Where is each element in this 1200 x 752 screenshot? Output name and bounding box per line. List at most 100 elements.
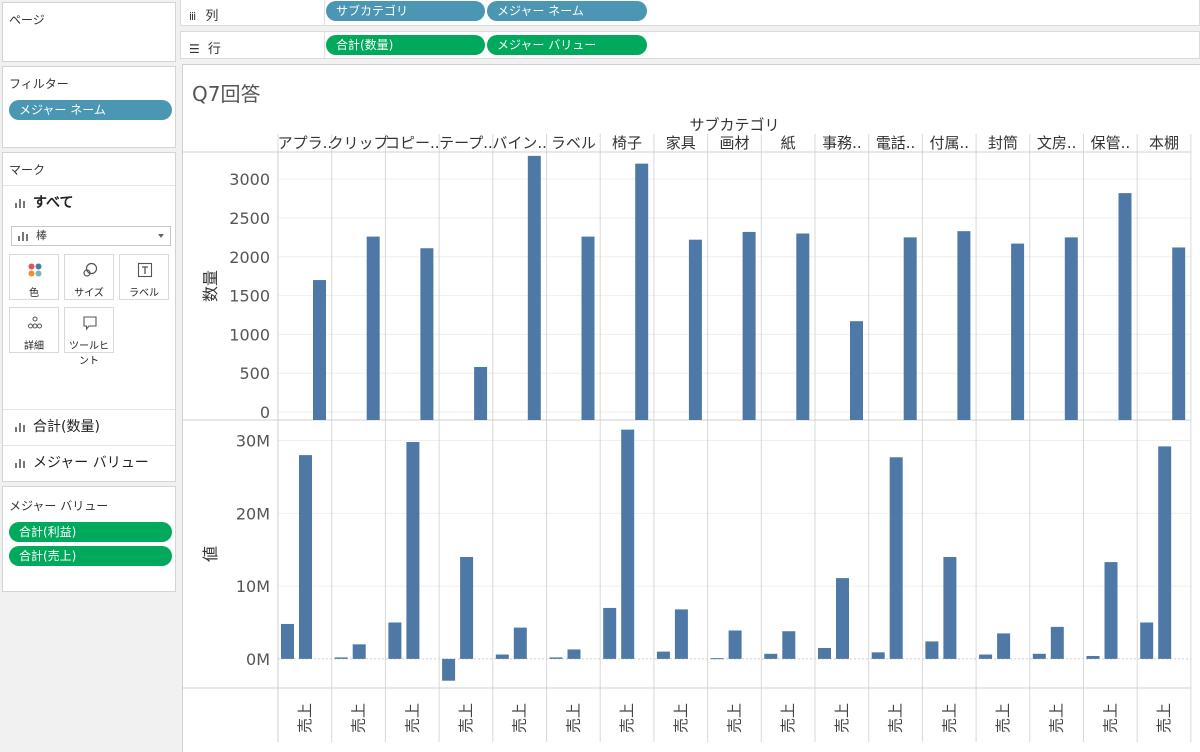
category-header-label: 紙 xyxy=(781,134,796,152)
y-tick-label: 2500 xyxy=(229,209,270,228)
marks-measure-values-tab[interactable]: メジャー バリュー xyxy=(3,445,175,479)
column-label: 売上 xyxy=(887,703,905,733)
profit-bar xyxy=(710,658,724,660)
profit-bar xyxy=(818,647,831,659)
category-header-label: アプラ.. xyxy=(278,134,333,152)
column-label: 売上 xyxy=(457,703,475,733)
sales-bar xyxy=(889,457,903,659)
column-label: 売上 xyxy=(994,703,1012,733)
quantity-bar xyxy=(1172,247,1186,420)
mark-type-value: 棒 xyxy=(36,229,47,242)
y-tick-label: 10M xyxy=(236,577,270,596)
pages-shelf-title: ページ xyxy=(9,13,45,27)
filter-pill-measure-names[interactable]: メジャー ネーム xyxy=(9,100,172,120)
rows-shelf-title: ☰ 行 xyxy=(189,38,221,57)
rows-icon: ☰ xyxy=(189,42,200,56)
row-pill-quantity[interactable]: 合計(数量) xyxy=(326,35,485,55)
sales-bar xyxy=(943,557,957,659)
tooltip-icon xyxy=(83,316,97,331)
y-tick-label: 20M xyxy=(236,504,270,523)
marks-all-label: すべて xyxy=(33,195,74,211)
y-tick-label: 30M xyxy=(236,432,270,451)
color-button[interactable]: 色 xyxy=(9,254,59,300)
category-header-label: 電話.. xyxy=(876,134,916,152)
column-label: 売上 xyxy=(1101,703,1119,733)
marks-measure-values-label: メジャー バリュー xyxy=(33,455,149,471)
marks-all-tab[interactable]: すべて xyxy=(3,185,175,219)
profit-bar xyxy=(871,652,885,659)
quantity-bar xyxy=(420,248,434,420)
column-label: 売上 xyxy=(564,703,582,733)
quantity-bar xyxy=(903,237,917,420)
size-button[interactable]: サイズ xyxy=(64,254,114,300)
detail-button-label: 詳細 xyxy=(24,341,44,352)
marks-quantity-tab[interactable]: 合計(数量) xyxy=(3,409,175,443)
columns-icon: iii xyxy=(189,10,196,23)
detail-button[interactable]: 詳細 xyxy=(9,307,59,353)
quantity-bar xyxy=(366,236,380,420)
category-header-label: 画材 xyxy=(719,134,749,152)
y-tick-label: 500 xyxy=(239,364,270,383)
column-header-title: サブカテゴリ xyxy=(689,116,779,134)
measure-pill-profit[interactable]: 合計(利益) xyxy=(9,522,172,542)
mark-type-dropdown[interactable]: 棒 xyxy=(11,226,171,246)
column-label: 売上 xyxy=(940,703,958,733)
column-label: 売上 xyxy=(1048,703,1066,733)
quantity-bar xyxy=(1011,243,1025,420)
y-axis-label-value: 値 xyxy=(201,546,220,562)
columns-shelf[interactable]: iii 列 サブカテゴリ メジャー ネーム xyxy=(180,0,1200,26)
sales-bar xyxy=(997,633,1011,659)
label-button[interactable]: ラベル xyxy=(119,254,169,300)
y-tick-label: 3000 xyxy=(229,170,270,189)
tooltip-button-label: ツールヒント xyxy=(69,341,109,367)
category-header-label: 付属.. xyxy=(929,134,969,152)
category-header-label: 椅子 xyxy=(612,134,642,152)
quantity-bar xyxy=(1064,237,1078,420)
y-tick-label: 0M xyxy=(246,650,270,669)
profit-bar xyxy=(1032,653,1046,659)
sales-bar xyxy=(460,557,474,659)
sales-bar xyxy=(406,442,420,659)
sales-bar xyxy=(728,630,742,659)
column-pill-subcategory[interactable]: サブカテゴリ xyxy=(326,1,485,21)
text-label-icon xyxy=(137,262,153,278)
sales-bar xyxy=(621,429,635,659)
category-header-label: テープ.. xyxy=(439,134,493,152)
row-pill-measure-values[interactable]: メジャー バリュー xyxy=(487,35,647,55)
profit-bar xyxy=(979,654,993,659)
bar-chart-icon xyxy=(15,422,25,432)
measure-values-title: メジャー バリュー xyxy=(9,499,109,513)
column-label: 売上 xyxy=(672,703,690,733)
y-tick-label: 1000 xyxy=(229,325,270,344)
quantity-bar xyxy=(796,233,810,420)
category-header-label: 本棚 xyxy=(1149,134,1179,152)
column-pill-measure-names[interactable]: メジャー ネーム xyxy=(487,1,647,21)
rows-shelf[interactable]: ☰ 行 合計(数量) メジャー バリュー xyxy=(180,31,1200,59)
profit-bar xyxy=(334,657,348,659)
bar-chart-icon xyxy=(18,231,28,241)
category-header-label: ラベル xyxy=(551,134,596,152)
profit-bar xyxy=(1086,655,1100,659)
profit-bar xyxy=(656,651,670,659)
filters-shelf[interactable]: フィルター メジャー ネーム xyxy=(2,66,176,148)
quantity-bar xyxy=(1118,193,1132,420)
sales-bar xyxy=(1104,562,1118,659)
sales-bar xyxy=(1050,626,1064,659)
category-header-label: クリップ xyxy=(329,134,389,152)
pages-shelf[interactable]: ページ xyxy=(2,2,176,62)
measure-values-card: メジャー バリュー 合計(利益) 合計(売上) xyxy=(2,486,176,592)
y-axis-label-quantity: 数量 xyxy=(201,270,220,302)
tooltip-button[interactable]: ツールヒント xyxy=(64,307,114,367)
category-header-label: 封筒 xyxy=(988,134,1018,152)
shelf-divider xyxy=(324,0,325,25)
profit-bar xyxy=(764,653,778,659)
quantity-bar xyxy=(527,155,541,420)
columns-shelf-title: iii 列 xyxy=(189,5,218,24)
y-tick-label: 1500 xyxy=(229,287,270,306)
rows-shelf-label: 行 xyxy=(207,42,221,57)
quantity-bar xyxy=(688,239,702,420)
quantity-bar xyxy=(957,231,971,420)
size-icon xyxy=(83,262,98,277)
size-button-label: サイズ xyxy=(74,288,104,299)
measure-pill-sales[interactable]: 合計(売上) xyxy=(9,546,172,566)
